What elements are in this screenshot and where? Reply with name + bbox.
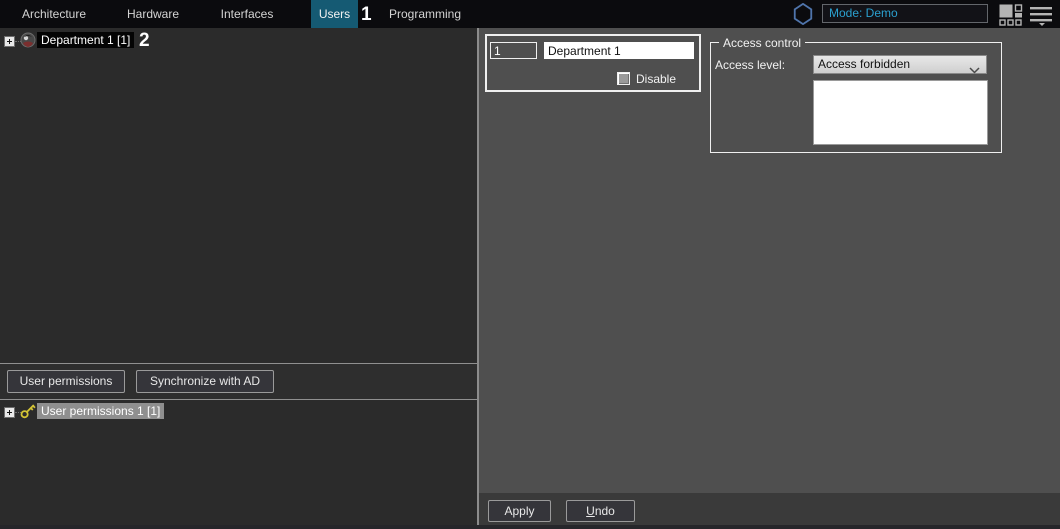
tab-architecture[interactable]: Architecture (14, 0, 94, 28)
tab-interfaces[interactable]: Interfaces (207, 0, 287, 28)
expand-plus-icon[interactable] (4, 36, 15, 47)
access-level-label: Access level: (715, 58, 786, 72)
tree-item-user-permissions[interactable]: User permissions 1 [1] (37, 403, 165, 419)
user-permissions-button[interactable]: User permissions (7, 370, 125, 393)
hexagon-logo-icon (792, 2, 814, 26)
disable-label: Disable (636, 72, 677, 86)
undo-button[interactable]: Undo (566, 500, 635, 522)
department-id-input[interactable] (490, 42, 537, 59)
expand-plus-icon[interactable] (4, 407, 15, 418)
top-tab-bar: Architecture Hardware Interfaces Users P… (0, 0, 1060, 28)
access-levels-listbox[interactable] (813, 80, 988, 145)
department-icon (20, 32, 36, 53)
access-level-value: Access forbidden (818, 57, 911, 71)
synchronize-with-ad-button[interactable]: Synchronize with AD (136, 370, 274, 393)
chevron-down-icon (969, 62, 980, 79)
callout-step-2: 2 (139, 30, 150, 51)
tab-programming[interactable]: Programming (384, 0, 466, 28)
hamburger-menu-icon[interactable] (1030, 5, 1053, 26)
undo-accelerator: U (586, 504, 595, 518)
apply-button[interactable]: Apply (488, 500, 551, 522)
tab-hardware[interactable]: Hardware (113, 0, 193, 28)
tab-users[interactable]: Users (311, 0, 358, 28)
permissions-tree-panel: User permissions 1 [1] (0, 400, 477, 529)
departments-tree-panel: Department 1 [1] 2 (0, 28, 477, 363)
layout-grid-icon[interactable] (999, 4, 1023, 26)
access-control-title: Access control (719, 36, 806, 50)
callout-step-1: 1 (361, 4, 372, 25)
disable-checkbox[interactable] (617, 72, 630, 85)
application-window: Architecture Hardware Interfaces Users P… (0, 0, 1060, 529)
window-bottom-edge (0, 525, 1060, 529)
key-icon (20, 403, 36, 424)
department-name-input[interactable] (544, 42, 694, 59)
mode-indicator[interactable]: Mode: Demo (822, 4, 988, 23)
access-level-select[interactable]: Access forbidden (813, 55, 987, 74)
undo-label-rest: ndo (594, 504, 615, 518)
tree-item-department[interactable]: Department 1 [1] (37, 32, 135, 48)
